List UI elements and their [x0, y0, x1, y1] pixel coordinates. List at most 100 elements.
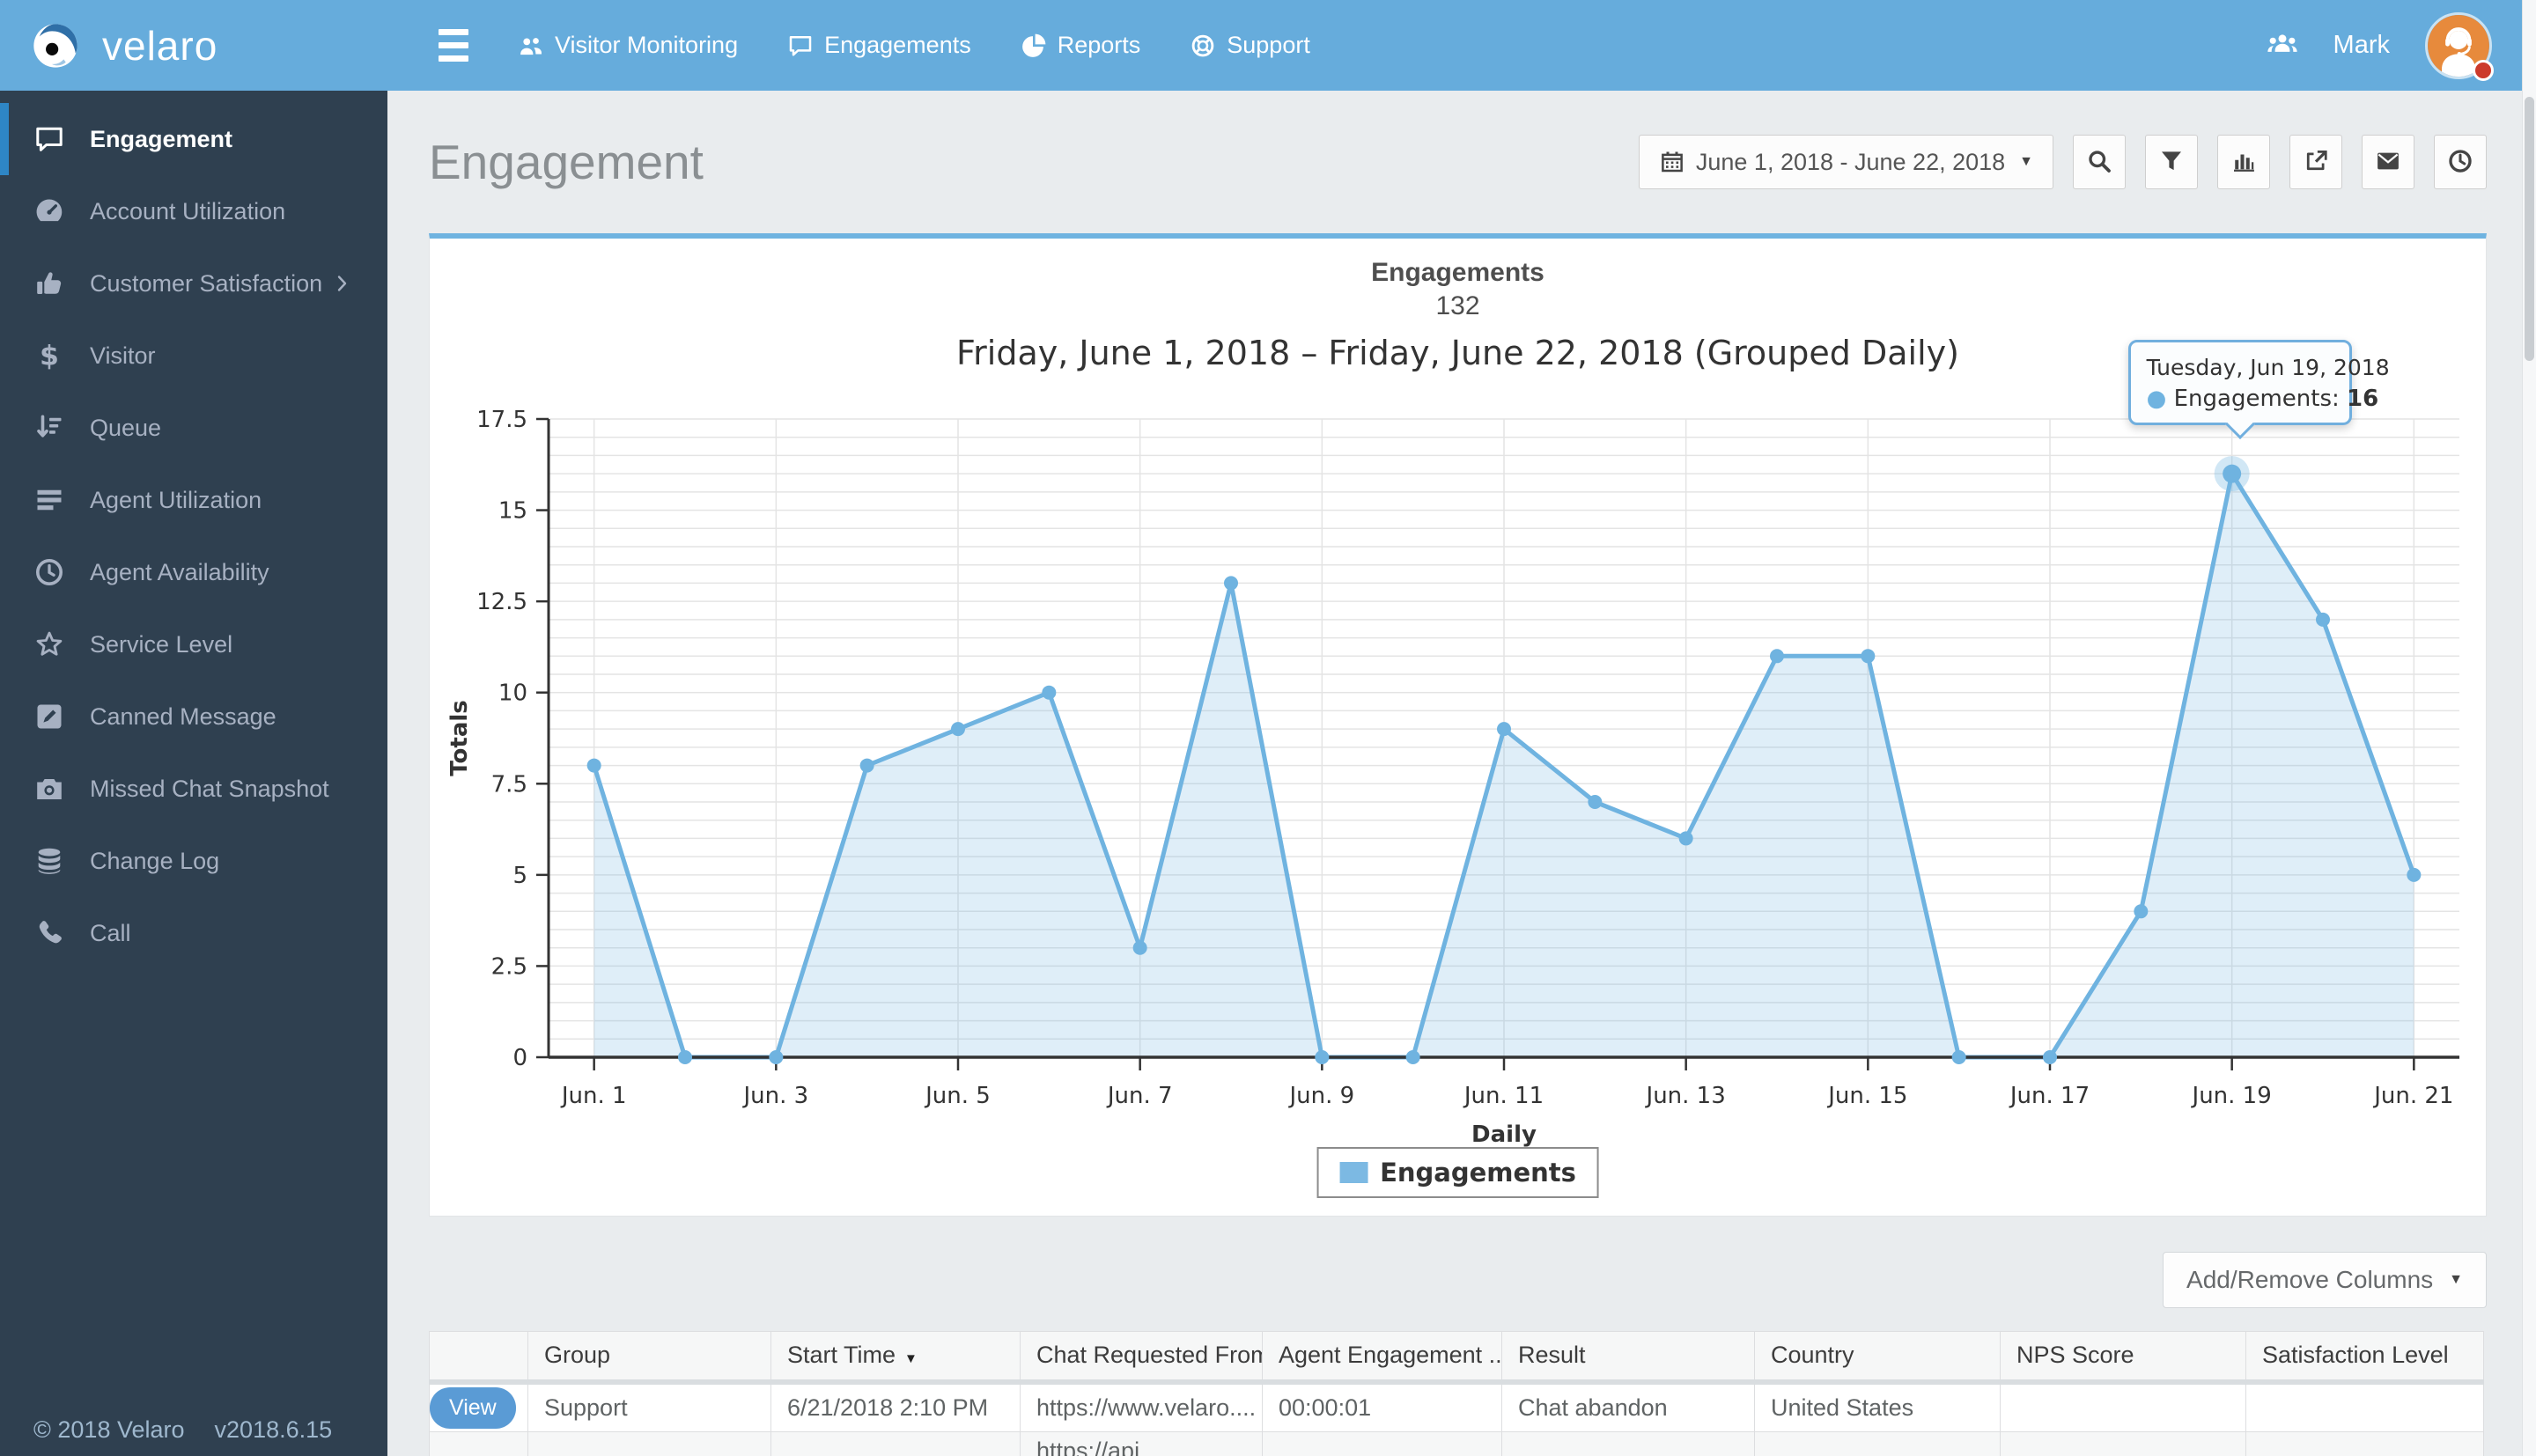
top-navbar: velaro Visitor Monitoring Engagements Repo… — [0, 0, 2522, 91]
column-header-chat-requested-from[interactable]: Chat Requested From — [1020, 1331, 1263, 1385]
chart-tooltip: Tuesday, Jun 19, 2018 ● Engagements: 16 — [2127, 340, 2390, 440]
column-header-agent-engagement[interactable]: Agent Engagement ... — [1262, 1331, 1502, 1385]
sidebar-item-missed-chat-snapshot[interactable]: Missed Chat Snapshot — [0, 753, 387, 825]
brand-name: velaro — [102, 22, 218, 69]
brand[interactable]: velaro — [0, 13, 387, 78]
table-cell: United States — [1771, 1393, 1914, 1421]
svg-text:Jun. 21: Jun. 21 — [2372, 1083, 2453, 1109]
table-row: https://api.... — [429, 1431, 2484, 1456]
table-cell: 00:00:01 — [1279, 1393, 1372, 1421]
hamburger-menu-icon[interactable] — [439, 29, 468, 62]
pie-chart-icon — [1021, 33, 1047, 59]
caret-down-icon: ▼ — [2019, 154, 2033, 169]
sidebar-item-call[interactable]: Call — [0, 897, 387, 969]
nav-item-reports[interactable]: Reports — [1021, 32, 1141, 59]
sidebar-item-service-level[interactable]: Service Level — [0, 608, 387, 680]
comment-icon — [787, 33, 814, 59]
date-range-button[interactable]: June 1, 2018 - June 22, 2018 ▼ — [1638, 135, 2053, 189]
svg-text:Jun. 17: Jun. 17 — [2009, 1083, 2090, 1109]
dollar-icon: $ — [33, 340, 65, 372]
tooltip-bullet-icon: ● — [2146, 386, 2167, 413]
status-dot — [2473, 59, 2494, 81]
sidebar-item-label: Agent Availability — [90, 558, 269, 585]
sidebar: Engagement Account Utilization Customer Sa… — [0, 91, 387, 1456]
nav-item-support[interactable]: Support — [1190, 32, 1310, 59]
sidebar-item-customer-satisfaction[interactable]: Customer Satisfaction — [0, 247, 387, 320]
svg-text:10: 10 — [498, 680, 527, 707]
column-header-nps-score[interactable]: NPS Score — [2000, 1331, 2246, 1385]
search-button[interactable] — [2073, 135, 2126, 189]
svg-text:Totals: Totals — [446, 700, 473, 776]
scrollbar-track[interactable] — [2522, 0, 2536, 1456]
column-header-result[interactable]: Result — [1501, 1331, 1755, 1385]
nav-item-label: Reports — [1057, 32, 1141, 58]
nav-item-engagements[interactable]: Engagements — [787, 32, 971, 59]
sidebar-item-engagement[interactable]: Engagement — [0, 103, 387, 175]
column-header-start-time[interactable]: Start Time ▼ — [770, 1331, 1021, 1385]
column-header-country[interactable]: Country — [1754, 1331, 2001, 1385]
envelope-button[interactable] — [2362, 135, 2414, 189]
view-button[interactable]: View — [430, 1386, 516, 1429]
navbar-items: Visitor Monitoring Engagements Reports Supp… — [518, 32, 1310, 59]
chart-panel: Engagements 132 Friday, June 1, 2018 – F… — [429, 233, 2487, 1217]
sidebar-item-canned-message[interactable]: Canned Message — [0, 680, 387, 753]
svg-text:Jun. 5: Jun. 5 — [924, 1083, 991, 1109]
svg-text:7.5: 7.5 — [491, 771, 527, 798]
nav-item-label: Engagements — [824, 32, 971, 58]
main-content: Engagement June 1, 2018 - June 22, 2018 … — [387, 91, 2522, 1456]
column-header-actions — [429, 1331, 528, 1385]
column-header-group[interactable]: Group — [527, 1331, 771, 1385]
svg-text:Jun. 7: Jun. 7 — [1106, 1083, 1173, 1109]
filter-button[interactable] — [2145, 135, 2198, 189]
svg-text:0: 0 — [512, 1045, 527, 1071]
sidebar-item-label: Canned Message — [90, 702, 276, 730]
gauge-icon — [33, 195, 65, 227]
page-title: Engagement — [429, 135, 704, 189]
user-avatar[interactable] — [2425, 11, 2494, 81]
sidebar-item-label: Account Utilization — [90, 197, 286, 224]
agents-group-icon[interactable] — [2267, 30, 2298, 62]
history-button[interactable] — [2434, 135, 2487, 189]
engagements-table: Group Start Time ▼ Chat Requested From Agent… — [429, 1331, 2484, 1456]
sidebar-item-agent-utilization[interactable]: Agent Utilization — [0, 464, 387, 536]
svg-text:Jun. 11: Jun. 11 — [1463, 1083, 1544, 1109]
user-name[interactable]: Mark — [2333, 31, 2390, 60]
legend-item-engagements[interactable]: Engagements — [1316, 1147, 1599, 1198]
filter-icon — [2158, 148, 2185, 177]
svg-text:Jun. 1: Jun. 1 — [560, 1083, 627, 1109]
sidebar-item-label: Queue — [90, 414, 162, 441]
nav-item-label: Visitor Monitoring — [555, 32, 739, 58]
table-cell: Chat abandon — [1518, 1393, 1668, 1421]
svg-text:2.5: 2.5 — [491, 953, 527, 980]
bar-chart-button[interactable] — [2217, 135, 2270, 189]
table-cell: https://www.velaro.... — [1036, 1393, 1257, 1421]
metric-label: Engagements — [1371, 258, 1544, 287]
engagements-chart[interactable]: 0 2.5 5 7.5 10 12.5 15 17.5 Jun. 1 Jun. 3 Jun. 5 Ju… — [430, 379, 2488, 1163]
svg-text:15: 15 — [498, 498, 527, 525]
toolbar: June 1, 2018 - June 22, 2018 ▼ — [1638, 135, 2487, 189]
sidebar-item-agent-availability[interactable]: Agent Availability — [0, 536, 387, 608]
clock-icon — [33, 556, 65, 588]
sidebar-item-label: Agent Utilization — [90, 486, 262, 513]
scrollbar-thumb[interactable] — [2525, 97, 2534, 361]
add-remove-columns-button[interactable]: Add/Remove Columns ▼ — [2163, 1252, 2487, 1308]
bars-icon — [33, 484, 65, 516]
users-icon — [518, 33, 544, 59]
version: v2018.6.15 — [214, 1416, 333, 1443]
nav-item-visitor-monitoring[interactable]: Visitor Monitoring — [518, 32, 738, 59]
sidebar-item-label: Engagement — [90, 125, 233, 152]
svg-text:Jun. 15: Jun. 15 — [1826, 1083, 1907, 1109]
legend-label: Engagements — [1380, 1158, 1576, 1188]
sidebar-item-account-utilization[interactable]: Account Utilization — [0, 175, 387, 247]
table-row: View Support 6/21/2018 2:10 PM https://www.… — [429, 1381, 2484, 1432]
svg-text:Jun. 19: Jun. 19 — [2191, 1083, 2272, 1109]
sidebar-item-label: Visitor — [90, 342, 156, 369]
sidebar-item-label: Service Level — [90, 630, 233, 658]
column-header-satisfaction-level[interactable]: Satisfaction Level — [2245, 1331, 2484, 1385]
share-button[interactable] — [2289, 135, 2342, 189]
sidebar-item-visitor[interactable]: $ Visitor — [0, 320, 387, 392]
sidebar-item-queue[interactable]: Queue — [0, 392, 387, 464]
chevron-right-icon — [331, 273, 352, 294]
envelope-icon — [2375, 148, 2401, 177]
sidebar-item-change-log[interactable]: Change Log — [0, 825, 387, 897]
